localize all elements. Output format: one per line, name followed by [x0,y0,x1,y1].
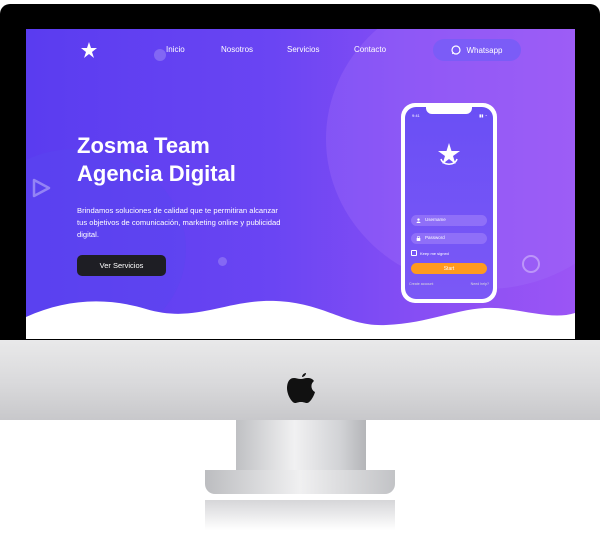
password-field[interactable]: Password [411,233,487,244]
monitor-stand-base [205,470,395,494]
hero-title: Zosma Team Agencia Digital [77,132,337,188]
nav-link-nosotros[interactable]: Nosotros [221,45,253,54]
remember-row[interactable]: Keep me signed [411,250,449,256]
website-screen: Inicio Nosotros Servicios Contacto Whats… [26,29,575,339]
whatsapp-label: Whatsapp [466,45,503,55]
apple-logo-icon [287,373,315,403]
decor-ring [522,255,540,273]
hero-title-line1: Zosma Team [77,133,210,158]
nav-link-inicio[interactable]: Inicio [166,45,185,54]
stand-reflection [205,500,395,530]
need-help-link[interactable]: Need help? [471,282,489,286]
remember-checkbox[interactable] [411,250,417,256]
phone-time: 9:41 [412,113,420,118]
decor-circle [218,257,227,266]
phone-status-icons: ▮▮ ◔ [479,113,487,118]
password-placeholder: Password [425,235,445,240]
hero-description: Brindamos soluciones de calidad que te p… [77,206,281,239]
nav-link-servicios[interactable]: Servicios [287,45,319,54]
nav-link-contacto[interactable]: Contacto [354,45,386,54]
zosma-logo-icon[interactable] [78,40,100,62]
remember-label: Keep me signed [420,250,449,256]
whatsapp-button[interactable]: Whatsapp [433,39,521,61]
ver-servicios-button[interactable]: Ver Servicios [77,255,166,276]
start-button[interactable]: Start [411,263,487,274]
hero-title-line2: Agencia Digital [77,161,236,186]
whatsapp-icon [451,45,462,55]
zosma-logo-icon [438,143,460,165]
phone-screen: 9:41 ▮▮ ◔ Username Password Keep me sign… [405,107,493,299]
phone-notch [426,107,472,114]
play-triangle-icon [32,178,51,198]
decor-circle [154,49,166,61]
phone-mockup: 9:41 ▮▮ ◔ Username Password Keep me sign… [401,103,497,303]
username-field[interactable]: Username [411,215,487,226]
lock-icon [416,236,421,241]
create-account-link[interactable]: Create account [409,282,433,286]
user-icon [416,218,421,223]
username-placeholder: Username [425,217,446,222]
